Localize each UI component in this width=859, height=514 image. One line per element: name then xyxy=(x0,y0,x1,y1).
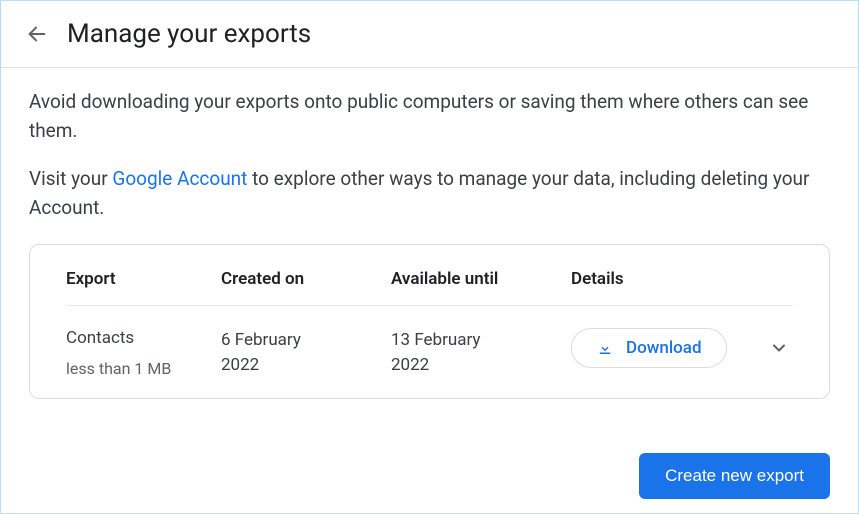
create-new-export-button[interactable]: Create new export xyxy=(639,453,830,499)
chevron-down-icon xyxy=(769,338,789,358)
download-icon xyxy=(596,339,614,357)
export-name: Contacts xyxy=(66,328,221,348)
main-content: Avoid downloading your exports onto publ… xyxy=(1,68,858,399)
th-details: Details xyxy=(571,269,793,289)
cell-available: 13 February 2022 xyxy=(391,328,571,377)
google-account-link[interactable]: Google Account xyxy=(112,167,247,190)
page-title: Manage your exports xyxy=(67,19,311,49)
table-row: Contacts less than 1 MB 6 February 2022 … xyxy=(66,306,793,380)
page-header: Manage your exports xyxy=(1,1,858,68)
export-size: less than 1 MB xyxy=(66,358,176,380)
back-button[interactable] xyxy=(25,22,49,46)
exports-table: Export Created on Available until Detail… xyxy=(29,244,830,399)
th-available: Available until xyxy=(391,269,571,289)
cell-export: Contacts less than 1 MB xyxy=(66,328,221,380)
visit-pre: Visit your xyxy=(29,167,112,190)
footer-actions: Create new export xyxy=(639,453,830,499)
created-date: 6 February 2022 xyxy=(221,328,341,377)
download-label: Download xyxy=(626,338,702,358)
warning-text: Avoid downloading your exports onto publ… xyxy=(29,88,830,145)
th-export: Export xyxy=(66,269,221,289)
th-created: Created on xyxy=(221,269,391,289)
available-date: 13 February 2022 xyxy=(391,328,511,377)
cell-details: Download xyxy=(571,328,793,368)
cell-created: 6 February 2022 xyxy=(221,328,391,377)
expand-row-button[interactable] xyxy=(765,334,793,362)
arrow-left-icon xyxy=(26,23,48,45)
visit-text: Visit your Google Account to explore oth… xyxy=(29,165,830,222)
table-header-row: Export Created on Available until Detail… xyxy=(66,269,793,306)
download-button[interactable]: Download xyxy=(571,328,727,368)
